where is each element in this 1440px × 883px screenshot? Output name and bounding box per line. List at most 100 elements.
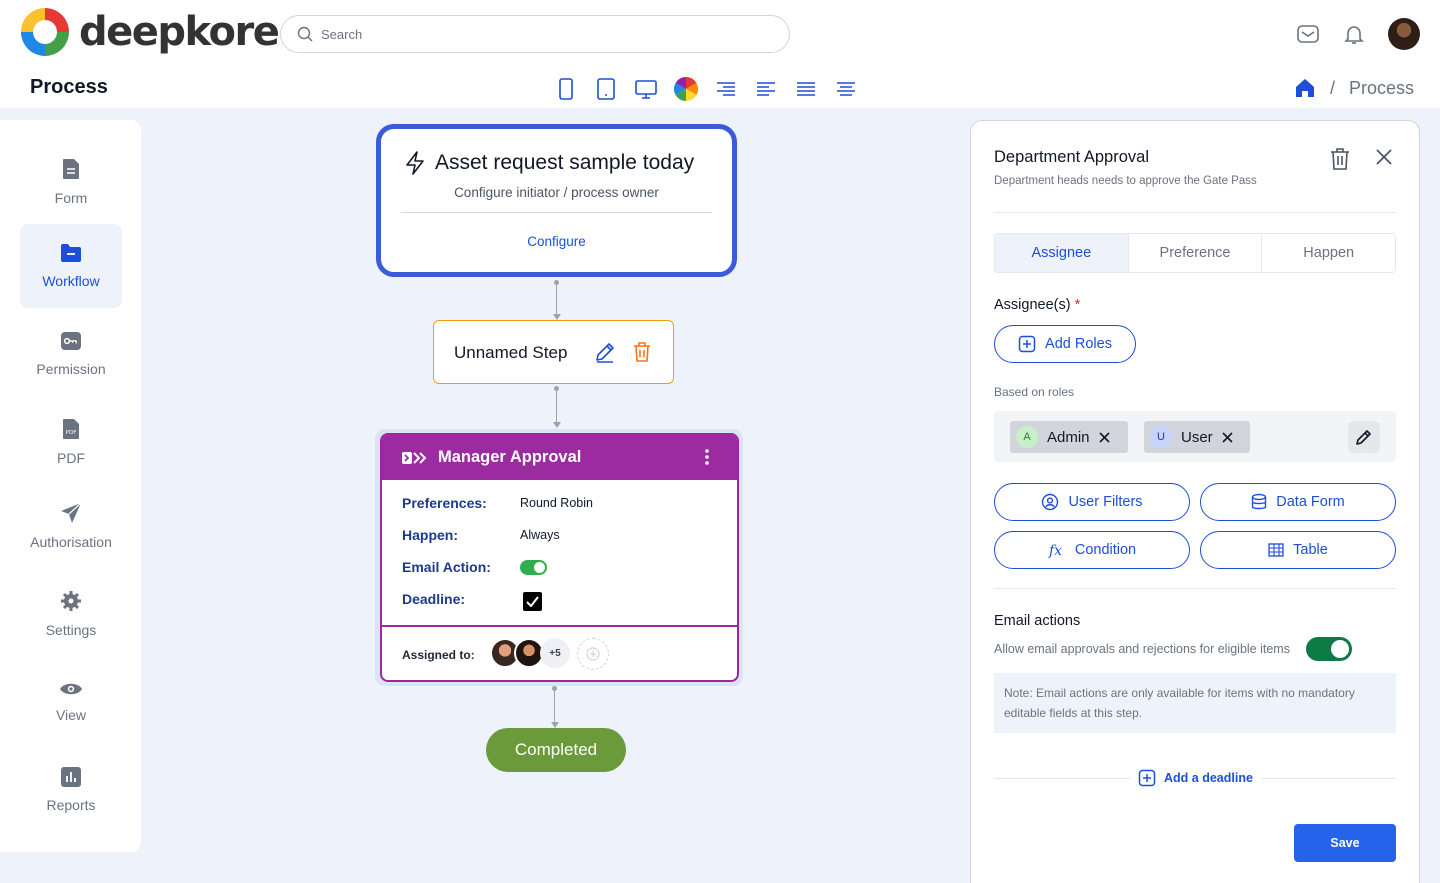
user-filters-button[interactable]: User Filters [994,483,1190,521]
deadline-checkbox[interactable] [523,592,542,611]
breadcrumb: / Process [1294,77,1414,99]
deadline-divider-right [1261,778,1396,779]
align-justify-icon [797,82,815,96]
panel-divider [994,588,1396,589]
align-justify-button[interactable] [793,76,819,102]
unnamed-step-card[interactable]: Unnamed Step [433,320,674,384]
sidebar-item-authorisation[interactable]: Authorisation [20,484,122,568]
condition-label: Condition [1074,542,1137,558]
approval-arrows-icon [402,451,427,464]
preferences-label: Preferences: [402,495,487,511]
search-bar[interactable] [280,15,790,53]
brand-logo[interactable]: deepkore [19,6,280,58]
connector-line [554,689,555,723]
mobile-icon [559,78,573,100]
pencil-icon [1356,430,1371,445]
trash-icon[interactable] [632,341,652,363]
tablet-view-button[interactable] [593,76,619,102]
data-form-button[interactable]: Data Form [1200,483,1396,521]
desktop-view-button[interactable] [633,76,659,102]
send-icon [61,502,82,523]
home-icon[interactable] [1294,77,1316,99]
plus-square-icon [1138,769,1156,787]
remove-icon[interactable] [1098,431,1110,443]
align-center-button[interactable] [833,76,859,102]
sidebar-item-pdf[interactable]: PDF PDF [20,400,122,484]
desktop-icon [635,80,657,99]
close-icon[interactable] [1375,148,1393,166]
more-assignees-badge[interactable]: +5 [540,638,570,668]
top-actions [1296,18,1420,50]
eye-icon [60,683,82,695]
sub-header: Process / Process [0,68,1440,108]
sidebar-item-label: PDF [57,450,85,466]
more-options-icon[interactable] [705,449,709,465]
save-button[interactable]: Save [1294,824,1396,862]
form-icon [63,159,79,179]
edit-icon[interactable] [594,341,616,363]
left-sidebar: Form Workflow Permission PDF PDF Authori… [0,120,141,852]
sidebar-item-workflow[interactable]: Workflow [20,224,122,308]
sidebar-item-view[interactable]: View [20,660,122,744]
role-chip-user: U User [1144,421,1250,453]
sidebar-item-form[interactable]: Form [20,140,122,224]
user-filters-label: User Filters [1068,494,1143,510]
sidebar-item-reports[interactable]: Reports [20,748,122,832]
chart-icon [61,767,81,787]
email-actions-note: Note: Email actions are only available f… [994,673,1396,733]
mail-icon[interactable] [1296,22,1320,46]
email-action-toggle[interactable] [520,560,547,575]
manager-approval-card[interactable]: Manager Approval Preferences: Round Robi… [380,433,739,682]
mobile-view-button[interactable] [553,76,579,102]
manager-approval-header: Manager Approval [382,435,737,480]
user-avatar[interactable] [1388,18,1420,50]
add-deadline-label: Add a deadline [1164,771,1253,785]
add-roles-button[interactable]: Add Roles [994,325,1136,363]
process-start-card[interactable]: Asset request sample today Configure ini… [376,124,737,277]
required-mark: * [1074,297,1081,313]
deadline-divider-left [994,778,1130,779]
email-actions-toggle[interactable] [1306,637,1352,661]
start-title-row: Asset request sample today [405,151,694,175]
manager-divider [382,625,737,627]
table-button[interactable]: Table [1200,531,1396,569]
logo-icon [21,8,69,56]
add-deadline-button[interactable]: Add a deadline [1138,769,1253,787]
condition-button[interactable]: fx Condition [994,531,1190,569]
connector-line [556,283,557,315]
preferences-value: Round Robin [520,496,593,510]
configure-link[interactable]: Configure [381,234,732,249]
sidebar-item-label: Reports [46,797,96,813]
deadline-label: Deadline: [402,591,466,607]
role-name: User [1181,428,1213,446]
data-form-label: Data Form [1276,494,1345,510]
plus-circle-icon [586,647,600,661]
trash-icon[interactable] [1329,147,1351,171]
color-picker-button[interactable] [673,76,699,102]
align-left-button[interactable] [753,76,779,102]
align-right-button[interactable] [713,76,739,102]
sidebar-item-label: Form [54,190,88,206]
pdf-icon: PDF [63,419,79,439]
bell-icon[interactable] [1342,22,1366,46]
add-roles-label: Add Roles [1045,336,1112,352]
sidebar-item-label: Settings [45,622,97,638]
tab-preference[interactable]: Preference [1129,234,1263,272]
connector-line [556,389,557,423]
search-input[interactable] [321,26,761,42]
assigned-to-label: Assigned to: [402,648,475,662]
breadcrumb-current: Process [1348,77,1414,98]
tab-assignee[interactable]: Assignee [995,234,1129,272]
edit-roles-button[interactable] [1348,421,1380,453]
panel-title: Department Approval [994,148,1150,166]
align-left-icon [757,82,775,96]
remove-icon[interactable] [1222,431,1233,443]
sidebar-item-settings[interactable]: Settings [20,572,122,656]
add-assignee-button[interactable] [577,638,609,670]
breadcrumb-separator: / [1329,77,1335,98]
completed-node[interactable]: Completed [486,728,626,772]
role-chip-admin: A Admin [1010,421,1128,453]
tab-happen[interactable]: Happen [1262,234,1395,272]
sidebar-item-permission[interactable]: Permission [20,312,122,396]
start-title: Asset request sample today [435,151,695,174]
